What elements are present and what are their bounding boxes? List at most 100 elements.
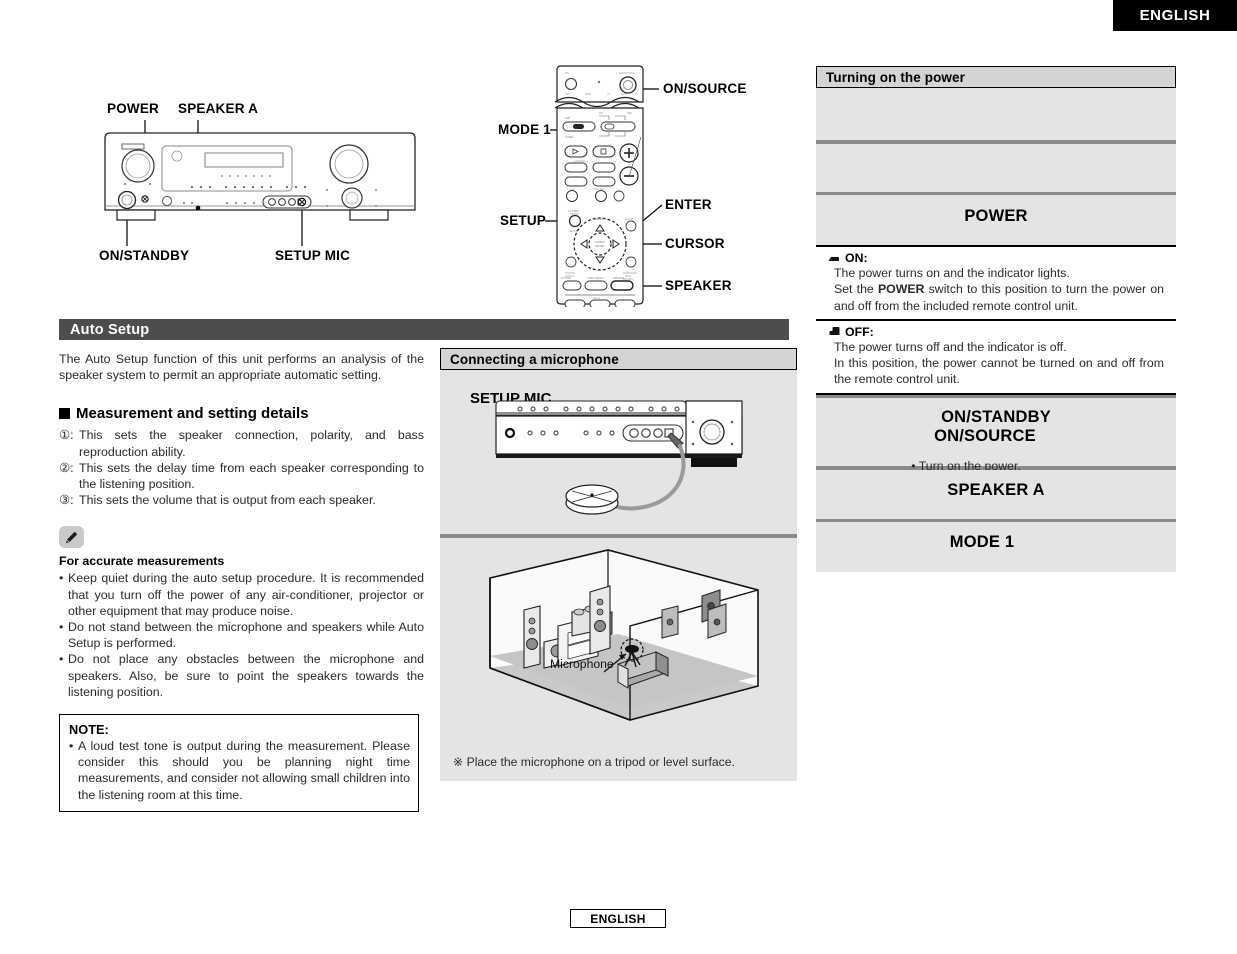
bullet-icon: • [59, 571, 64, 586]
list-item: ③: This sets the volume that is output f… [59, 492, 424, 508]
list-item: • Do not place any obstacles between the… [59, 651, 424, 700]
room-placement-panel: Microphone ※ Place the microphone on a t… [440, 538, 797, 781]
switch-off-title-row: OFF: [828, 325, 1164, 339]
bullet-icon: • [69, 739, 74, 754]
speaker-a-label: SPEAKER A [947, 480, 1045, 499]
svg-text:OFF: OFF [565, 92, 571, 96]
callout-speaker: SPEAKER [665, 278, 732, 293]
power-row-blank-1 [816, 88, 1176, 140]
on-source-label: ON/SOURCE [934, 427, 1036, 446]
item-text: This sets the volume that is output from… [79, 493, 376, 508]
svg-text:A / B: A / B [569, 188, 574, 191]
power-row-power: POWER [816, 195, 1176, 245]
auto-setup-intro: The Auto Setup function of this unit per… [59, 352, 424, 383]
measurement-details-heading: Measurement and setting details [59, 405, 424, 422]
switch-on-title: ON: [845, 251, 868, 266]
svg-text:AMP: AMP [565, 117, 571, 120]
svg-text:AUDIO: AUDIO [625, 218, 633, 221]
list-item: ①: This sets the speaker connection, pol… [59, 427, 424, 459]
svg-text:VT: VT [607, 92, 611, 96]
power-label: POWER [964, 207, 1028, 225]
callout-power: POWER [107, 101, 160, 116]
switch-on-title-row: ON: [828, 251, 1164, 265]
switch-on-icon [828, 255, 840, 262]
accurate-bullets-list: • Keep quiet during the auto setup proce… [59, 570, 424, 700]
callout-enter: ENTER [665, 197, 712, 212]
svg-text:DISC SKIP: DISC SKIP [593, 188, 605, 191]
svg-text:VIDEO SELECT: VIDEO SELECT [587, 277, 605, 280]
bullet-text: A loud test tone is output during the me… [78, 739, 410, 802]
accurate-measurements-heading: For accurate measurements [59, 554, 225, 569]
power-row-speaker-a: SPEAKER A [816, 469, 1176, 519]
svg-text:SUB: SUB [621, 92, 627, 96]
remote-control-diagram: ON/SOURCE MODE 1 SETUP ENTER CURSOR SPEA… [495, 62, 780, 307]
connecting-microphone-section: Connecting a microphone SETUP MIC Microp… [440, 348, 797, 781]
square-bullet-icon [59, 408, 70, 420]
turning-on-power-section: Turning on the power POWER ON: The power… [816, 66, 1176, 573]
svg-text:CURSOR: CURSOR [594, 217, 605, 221]
callout-speaker-a: SPEAKER A [178, 101, 259, 116]
svg-text:ON: ON [599, 112, 603, 115]
bullet-text: Do not stand between the microphone and … [68, 620, 424, 651]
auto-setup-section: Auto Setup The Auto Setup function of th… [59, 319, 789, 812]
item-marker: ③: [59, 493, 74, 508]
switch-on-line2-prefix: Set the [834, 282, 878, 297]
room-caption: ※ Place the microphone on a tripod or le… [453, 755, 735, 769]
pencil-icon [59, 526, 84, 549]
switch-off-title: OFF: [845, 324, 874, 339]
power-row-mode-1: MODE 1 [816, 522, 1176, 573]
footer-language-tab: ENGLISH [570, 909, 666, 928]
callout-setup: SETUP [500, 213, 547, 228]
list-item: • Keep quiet during the auto setup proce… [59, 570, 424, 619]
callout-mode-1: MODE 1 [498, 122, 551, 137]
list-item: ②: This sets the delay time from each sp… [59, 460, 424, 492]
language-tab: ENGLISH [1113, 0, 1237, 31]
switch-off-icon [828, 327, 840, 336]
svg-text:TUNING: TUNING [595, 240, 605, 244]
svg-text:PART: PART [585, 92, 592, 96]
svg-text:OFF: OFF [627, 112, 632, 115]
front-panel-diagram: POWER SPEAKER A ON/STANDBY SETUP MIC [95, 98, 425, 273]
item-marker: ①: [59, 428, 74, 443]
turning-on-power-header: Turning on the power [816, 66, 1176, 88]
svg-text:ON: ON [565, 71, 569, 75]
switch-on-line1: The power turns on and the indicator lig… [834, 266, 1070, 281]
auto-setup-header: Auto Setup [59, 319, 789, 340]
item-text: This sets the speaker connection, polari… [79, 428, 424, 459]
room-illustration [489, 549, 759, 721]
svg-text:SETUP: SETUP [570, 212, 579, 216]
svg-text:- CHANNEL +: - CHANNEL + [573, 160, 588, 163]
note-title: NOTE: [69, 722, 109, 738]
item-text: This sets the delay time from each speak… [79, 460, 424, 492]
note-box: NOTE: • A loud test tone is output durin… [59, 714, 419, 812]
bullet-icon: • [59, 620, 64, 635]
list-item: • Do not stand between the microphone an… [59, 619, 424, 651]
measurement-items-list: ①: This sets the speaker connection, pol… [59, 427, 424, 508]
callout-cursor: CURSOR [665, 236, 725, 251]
switch-on-description: ON: The power turns on and the indicator… [816, 247, 1176, 319]
power-keyword: POWER [877, 282, 925, 297]
switch-off-line1: The power turns off and the indicator is… [834, 339, 1067, 354]
power-row-blank-2 [816, 143, 1176, 192]
switch-on-line2: Set the POWER switch to this position to… [828, 281, 1164, 313]
svg-text:ON/SOURCE: ON/SOURCE [619, 71, 635, 75]
svg-text:TV: TV [635, 92, 639, 96]
svg-text:TUNER: TUNER [565, 136, 574, 139]
power-row-on-standby: ON/STANDBY ON/SOURCE • Turn on the power… [816, 398, 1176, 473]
bullet-text: Keep quiet during the auto setup procedu… [68, 571, 424, 618]
mic-connection-panel: SETUP MIC [440, 370, 797, 534]
mic-connection-illustration [495, 400, 743, 515]
receiver-illustration [104, 120, 416, 246]
list-item: • A loud test tone is output during the … [69, 738, 410, 803]
svg-text:ENTER: ENTER [596, 244, 605, 248]
switch-off-description: OFF: The power turns off and the indicat… [816, 320, 1176, 393]
svg-text:SYSTEM: SYSTEM [561, 277, 571, 280]
callout-setup-mic: SETUP MIC [275, 248, 351, 263]
item-marker: ②: [59, 460, 74, 475]
mode-1-label: MODE 1 [949, 533, 1015, 552]
remote-illustration: OFF PART VT SUB TV ON ON/SOURCE AMP TUNER ON O… [545, 65, 663, 307]
svg-text:SETUP: SETUP [569, 229, 578, 233]
bullet-icon: • [59, 652, 64, 667]
callout-on-source: ON/SOURCE [663, 81, 747, 96]
svg-text:SPEAKER: SPEAKER [613, 277, 625, 280]
